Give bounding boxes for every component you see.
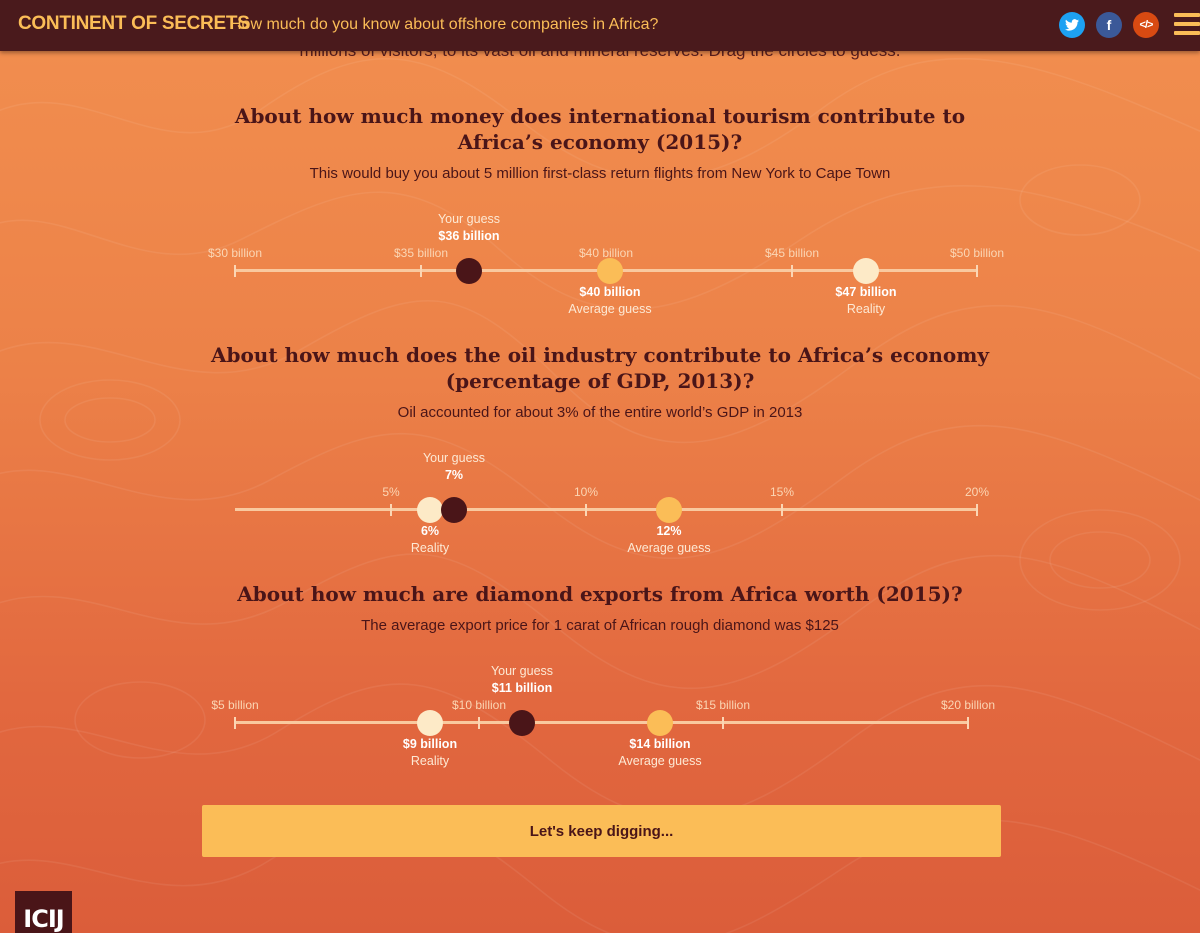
reality-value: $9 billion <box>402 737 458 751</box>
slider-tick <box>234 717 236 729</box>
slider-tick <box>478 717 480 729</box>
slider-tick <box>976 265 978 277</box>
average-guess-label: 12% Average guess <box>599 524 739 555</box>
slider-tick <box>234 265 236 277</box>
twitter-icon[interactable] <box>1059 12 1085 38</box>
question-subtitle: Oil accounted for about 3% of the entire… <box>397 404 803 421</box>
tick-label: $20 billion <box>940 698 996 712</box>
average-guess-value: $40 billion <box>579 285 641 299</box>
reality-value: $47 billion <box>835 285 897 299</box>
your-guess-handle[interactable] <box>441 497 467 523</box>
slider-tick <box>420 265 422 277</box>
embed-icon[interactable]: </> <box>1133 12 1159 38</box>
your-guess-label: Your guess $11 billion <box>452 664 592 695</box>
slider-tick <box>967 717 969 729</box>
brand-title[interactable]: CONTINENT OF SECRETS <box>18 13 250 35</box>
question-subtitle: The average export price for 1 carat of … <box>361 617 839 634</box>
your-guess-caption: Your guess <box>490 664 554 678</box>
keep-digging-button[interactable]: Let's keep digging... <box>202 805 1001 857</box>
guess-slider-diamonds: $5 billion $10 billion $15 billion $20 b… <box>0 662 1200 782</box>
average-guess-label: $40 billion Average guess <box>540 285 680 316</box>
average-guess-caption: Average guess <box>618 754 702 768</box>
question-subtitle: This would buy you about 5 million first… <box>309 165 891 182</box>
slider-tick <box>791 265 793 277</box>
page-tagline: How much do you know about offshore comp… <box>230 16 659 33</box>
your-guess-handle[interactable] <box>456 258 482 284</box>
average-guess-marker <box>597 258 623 284</box>
reality-label: 6% Reality <box>360 524 500 555</box>
reality-marker <box>417 710 443 736</box>
average-guess-marker <box>656 497 682 523</box>
slider-track <box>235 508 977 511</box>
average-guess-label: $14 billion Average guess <box>590 737 730 768</box>
your-guess-label: Your guess $36 billion <box>399 212 539 243</box>
reality-label: $9 billion Reality <box>360 737 500 768</box>
tick-label: $50 billion <box>949 246 1005 260</box>
tick-label: $35 billion <box>393 246 449 260</box>
slider-tick <box>781 504 783 516</box>
reality-caption: Reality <box>410 754 450 768</box>
your-guess-caption: Your guess <box>437 212 501 226</box>
question-title: About how much does the oil industry con… <box>210 343 990 393</box>
question-title: About how much money does international … <box>234 104 966 154</box>
icij-logo[interactable]: ICIJ <box>15 891 72 933</box>
your-guess-caption: Your guess <box>422 451 486 465</box>
your-guess-value: $36 billion <box>438 229 500 243</box>
facebook-icon[interactable]: f <box>1096 12 1122 38</box>
your-guess-value: 7% <box>444 468 464 482</box>
slider-tick <box>390 504 392 516</box>
average-guess-value: $14 billion <box>629 737 691 751</box>
question-2: About how much does the oil industry con… <box>0 342 1200 421</box>
tick-label: 15% <box>769 485 795 499</box>
guess-slider-oil: 5% 10% 15% 20% Your guess 7% 6% Reality … <box>0 449 1200 569</box>
question-1: About how much money does international … <box>0 103 1200 182</box>
tick-label: $15 billion <box>695 698 751 712</box>
tick-label: 10% <box>573 485 599 499</box>
slider-track <box>235 721 968 724</box>
reality-label: $47 billion Reality <box>796 285 936 316</box>
slider-tick <box>976 504 978 516</box>
question-title: About how much are diamond exports from … <box>237 582 963 606</box>
tick-label: $45 billion <box>764 246 820 260</box>
reality-value: 6% <box>420 524 440 538</box>
top-navigation-bar: CONTINENT OF SECRETS How much do you kno… <box>0 0 1200 51</box>
slider-tick <box>585 504 587 516</box>
reality-marker <box>417 497 443 523</box>
reality-marker <box>853 258 879 284</box>
guess-slider-tourism: $30 billion $35 billion $40 billion $45 … <box>0 210 1200 330</box>
reality-caption: Reality <box>410 541 450 555</box>
question-3: About how much are diamond exports from … <box>0 581 1200 634</box>
your-guess-handle[interactable] <box>509 710 535 736</box>
tick-label: $30 billion <box>207 246 263 260</box>
reality-caption: Reality <box>846 302 886 316</box>
your-guess-label: Your guess 7% <box>384 451 524 482</box>
average-guess-value: 12% <box>656 524 682 538</box>
tick-label: 20% <box>964 485 990 499</box>
tick-label: $5 billion <box>211 698 259 712</box>
average-guess-caption: Average guess <box>568 302 652 316</box>
your-guess-value: $11 billion <box>491 681 553 695</box>
average-guess-caption: Average guess <box>627 541 711 555</box>
menu-icon[interactable] <box>1174 13 1200 37</box>
slider-tick <box>722 717 724 729</box>
average-guess-marker <box>647 710 673 736</box>
tick-label: $10 billion <box>451 698 507 712</box>
